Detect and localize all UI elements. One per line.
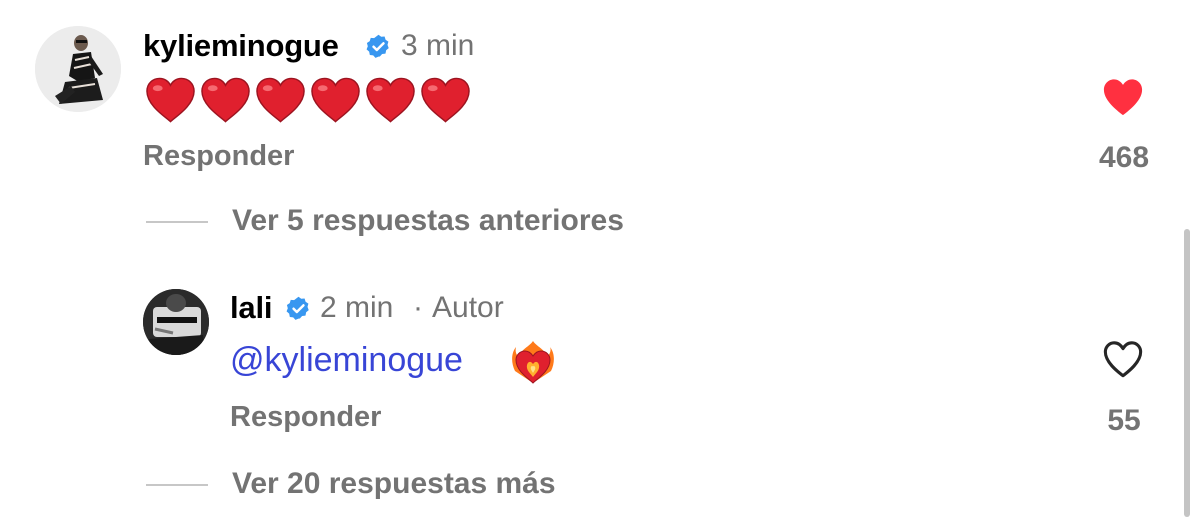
user-mention-link[interactable]: @kylieminogue <box>230 341 463 380</box>
thread-line <box>146 484 208 486</box>
heart-on-fire-emoji-icon <box>512 341 554 384</box>
verified-badge-icon <box>286 296 309 320</box>
thread-line <box>146 221 208 223</box>
verified-badge-icon <box>366 34 389 58</box>
like-count: 468 <box>1098 141 1150 174</box>
reply-button[interactable]: Responder <box>143 140 294 173</box>
avatar[interactable] <box>143 289 209 355</box>
heart-emoji-icon <box>201 77 250 123</box>
scrollbar[interactable] <box>1184 229 1190 517</box>
view-previous-replies-button[interactable]: Ver 5 respuestas anteriores <box>232 204 624 238</box>
heart-filled-icon[interactable] <box>1101 77 1145 117</box>
comments-panel: kylieminogue 3 min Responder 468 Ver 5 r… <box>0 0 1200 524</box>
comment-timestamp: 2 min <box>320 291 394 324</box>
avatar[interactable] <box>35 26 121 112</box>
meta-separator: · <box>413 291 423 324</box>
like-count: 55 <box>1107 404 1141 437</box>
comment-timestamp: 3 min <box>401 29 475 62</box>
comment-text <box>145 73 471 127</box>
heart-emoji-icon <box>366 77 415 123</box>
heart-outline-icon[interactable] <box>1101 339 1145 379</box>
view-more-replies-button[interactable]: Ver 20 respuestas más <box>232 467 556 501</box>
heart-emoji-icon <box>146 77 195 123</box>
heart-emoji-icon <box>421 77 470 123</box>
heart-emoji-icon <box>311 77 360 123</box>
reply-button[interactable]: Responder <box>230 401 381 434</box>
comment-username[interactable]: lali <box>230 290 272 326</box>
author-tag: Autor <box>432 291 504 324</box>
comment-username[interactable]: kylieminogue <box>143 28 339 64</box>
heart-emoji-icon <box>256 77 305 123</box>
